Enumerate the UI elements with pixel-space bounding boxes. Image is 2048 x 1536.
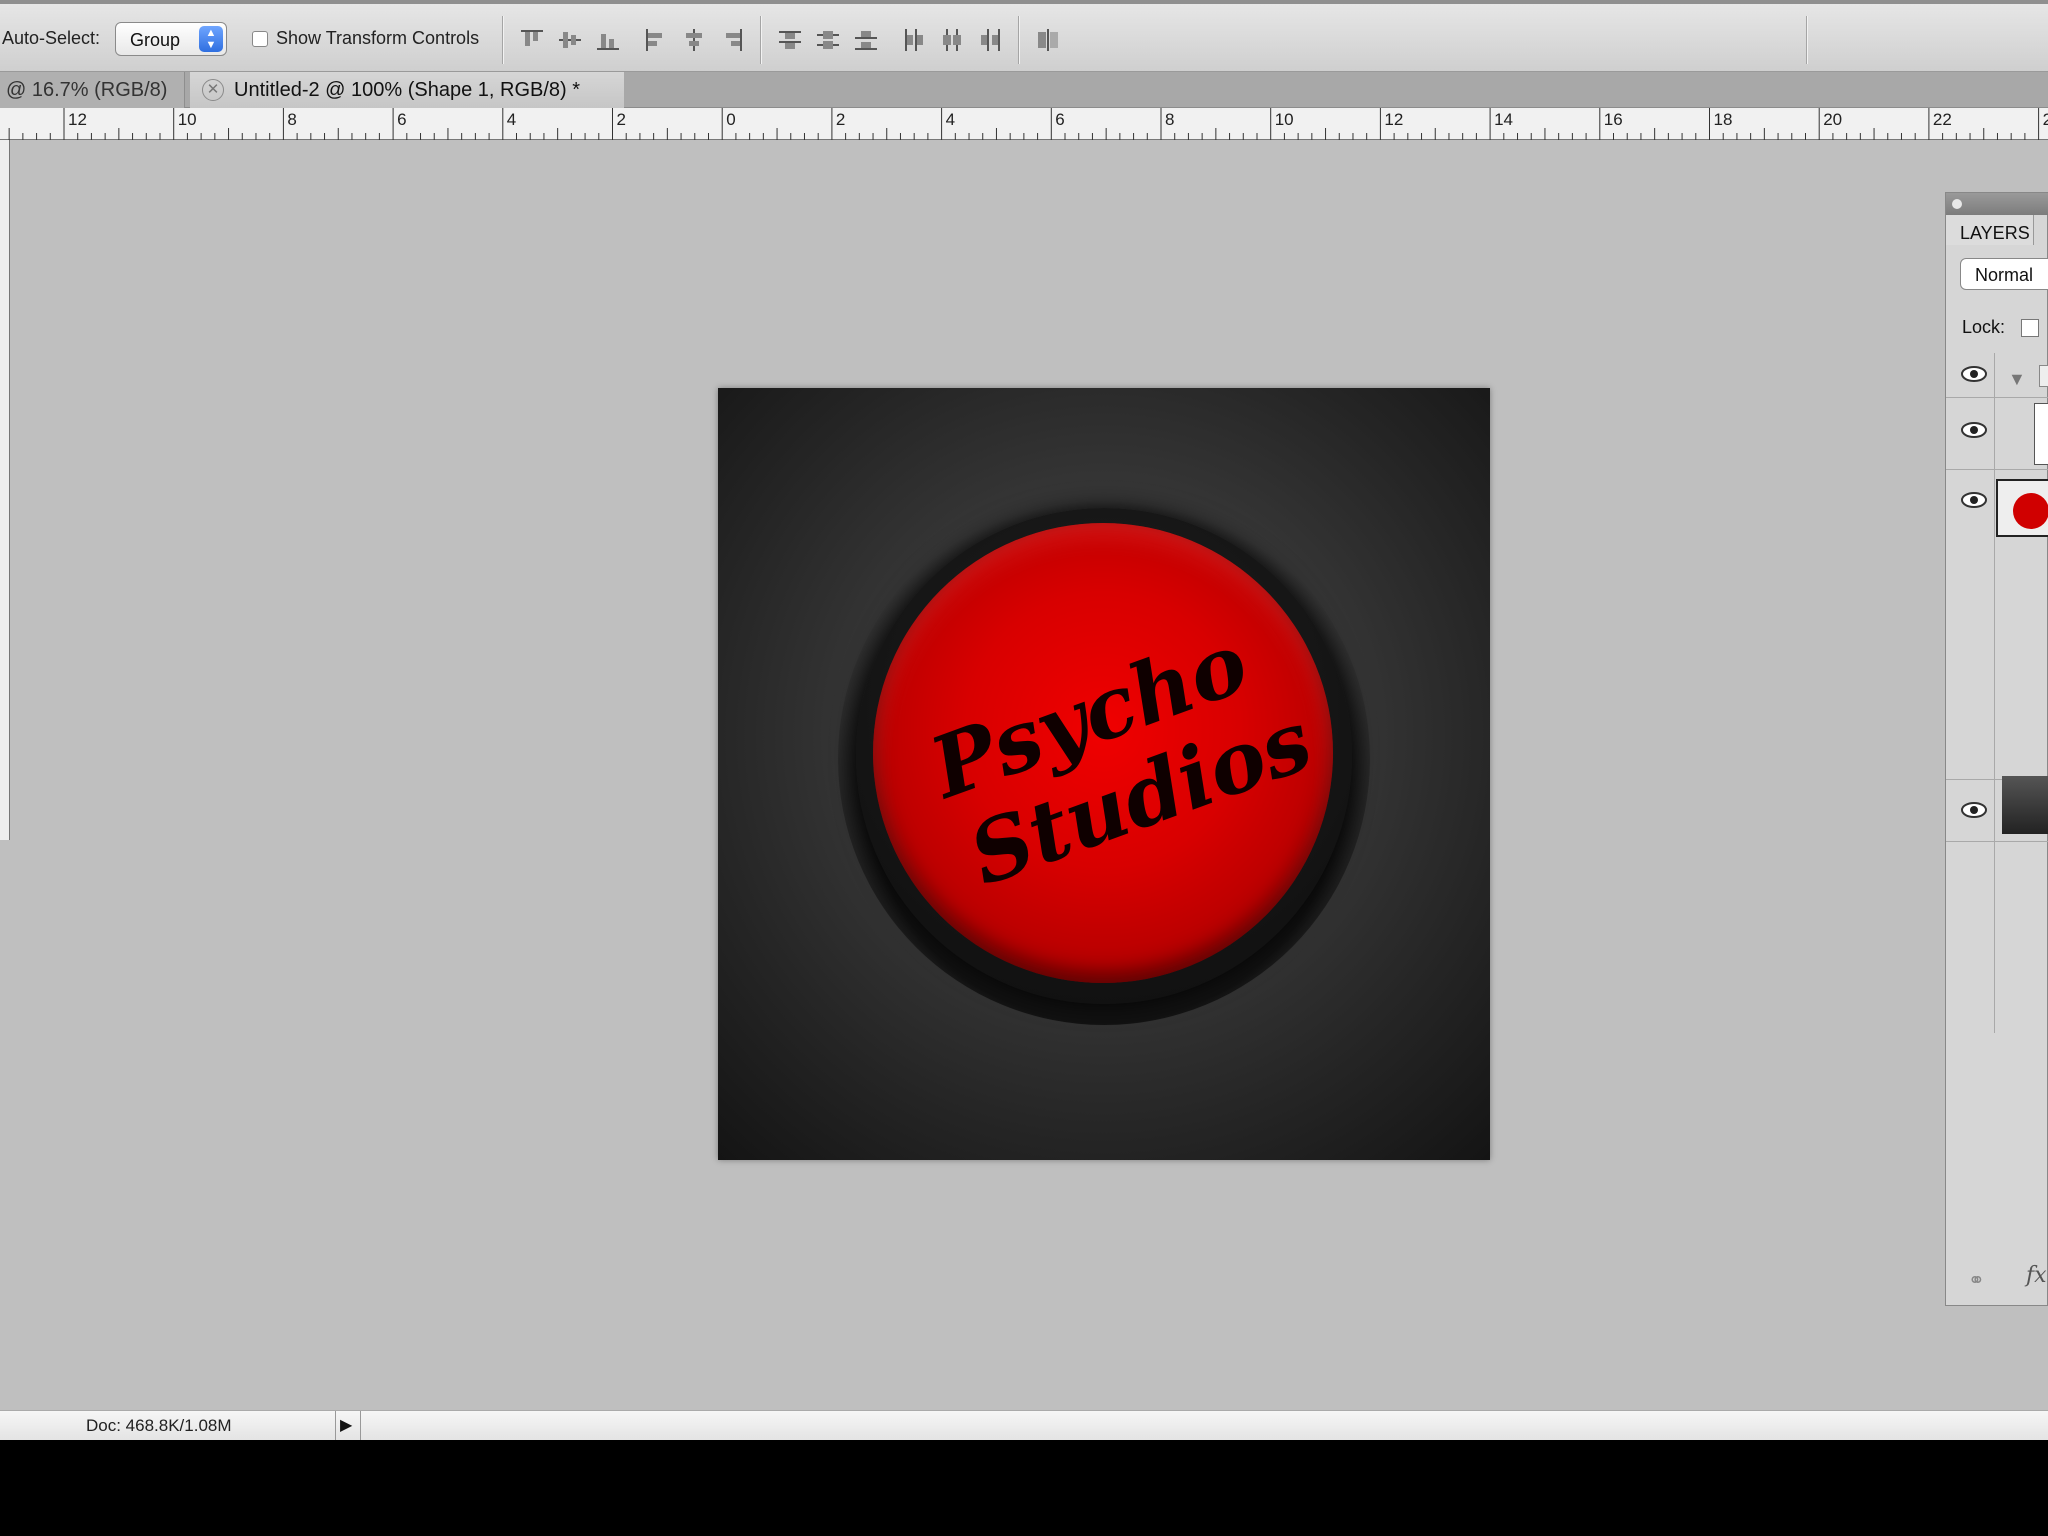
eye-icon[interactable]: [1960, 491, 1988, 509]
ruler-label: 10: [1274, 110, 1294, 129]
blend-mode-dropdown[interactable]: Normal: [1960, 258, 2048, 290]
red-button-shape: Psycho Studios: [873, 523, 1333, 983]
disclosure-triangle-icon[interactable]: ▼: [2008, 369, 2026, 390]
distribute-hcenter-icon[interactable]: [938, 26, 966, 54]
eye-icon[interactable]: [1960, 365, 1988, 383]
ruler-label: 4: [506, 110, 517, 129]
ruler-label: 4: [945, 110, 956, 129]
tab-layers[interactable]: LAYERS: [1946, 215, 2034, 245]
ruler-label: 12: [1384, 110, 1404, 129]
folder-icon: [2039, 365, 2048, 387]
document-canvas[interactable]: Psycho Studios: [718, 388, 1490, 1160]
divider: [1806, 16, 1808, 64]
tab-label: @ 16.7% (RGB/8): [6, 79, 168, 101]
ruler-label: 6: [397, 110, 407, 129]
panel-titlebar[interactable]: [1946, 193, 2048, 215]
auto-select-dropdown[interactable]: Group ▲ ▼: [115, 22, 227, 56]
align-top-icon[interactable]: [518, 26, 546, 54]
layer-style-fx-icon[interactable]: fx: [2026, 1263, 2047, 1288]
auto-select-label: Auto-Select:: [2, 28, 101, 48]
tab-document-untitled-2[interactable]: ✕ Untitled-2 @ 100% (Shape 1, RGB/8) *: [190, 72, 624, 108]
ruler-label: 8: [287, 110, 297, 129]
ruler-ticks: [8, 108, 2040, 140]
layer-row-group[interactable]: [1946, 351, 2048, 398]
distribute-right-icon[interactable]: [976, 26, 1004, 54]
button-label: Psycho Studios: [808, 458, 1398, 1048]
layer-thumbnail: [2002, 776, 2048, 834]
lock-transparency-icon[interactable]: [2021, 319, 2039, 337]
divider: [335, 1411, 336, 1441]
eye-icon[interactable]: [1960, 421, 1988, 439]
ruler-label: 20: [1823, 110, 1843, 129]
divider: [760, 16, 762, 64]
tab-document-1[interactable]: @ 16.7% (RGB/8): [0, 72, 185, 108]
distribute-bottom-icon[interactable]: [852, 26, 880, 54]
ruler-label: 2: [616, 110, 626, 129]
show-transform-checkbox[interactable]: [252, 31, 268, 47]
layers-panel: LAYERS Normal Lock: ▼ ⚭ fx: [1945, 192, 2048, 1306]
dropdown-arrows-icon: ▲ ▼: [199, 26, 223, 52]
screen-bottom-border: [0, 1440, 2048, 1536]
align-left-icon[interactable]: [642, 26, 670, 54]
ruler-label: 24: [2042, 110, 2048, 129]
horizontal-ruler[interactable]: 12108642024681012141618202224: [0, 108, 2048, 140]
ruler-label: 12: [68, 110, 87, 129]
ruler-label: 8: [1165, 110, 1175, 129]
ruler-label: 16: [1603, 110, 1623, 129]
ruler-label: 10: [177, 110, 197, 129]
link-layers-icon[interactable]: ⚭: [1968, 1268, 1985, 1293]
ruler-label: 22: [1932, 110, 1952, 129]
layer-thumbnail: [2034, 403, 2048, 465]
layer-thumbnail: [1996, 479, 2048, 537]
options-bar: Auto-Select: Group ▲ ▼ Show Transform Con…: [0, 0, 2048, 72]
document-size: Doc: 468.8K/1.08M: [86, 1416, 232, 1435]
ruler-label: 18: [1713, 110, 1733, 129]
eye-icon[interactable]: [1960, 801, 1988, 819]
close-panel-icon[interactable]: [1952, 199, 1962, 209]
lock-label: Lock:: [1962, 317, 2006, 337]
divider: [502, 16, 504, 64]
status-menu-arrow-icon[interactable]: ▶: [340, 1415, 352, 1435]
distribute-vcenter-icon[interactable]: [814, 26, 842, 54]
layer-row-white[interactable]: [1946, 397, 2048, 470]
ruler-label: 6: [1055, 110, 1065, 129]
align-right-icon[interactable]: [718, 26, 746, 54]
align-hcenter-icon[interactable]: [680, 26, 708, 54]
show-transform-label: Show Transform Controls: [276, 28, 480, 48]
align-vcenter-icon[interactable]: [556, 26, 584, 54]
vertical-ruler[interactable]: [0, 140, 10, 840]
auto-align-layers-icon[interactable]: [1034, 26, 1062, 54]
auto-select-value: Group: [130, 30, 181, 50]
tab-label: Untitled-2 @ 100% (Shape 1, RGB/8) *: [234, 79, 581, 101]
distribute-left-icon[interactable]: [900, 26, 928, 54]
ruler-label: 0: [726, 110, 736, 129]
divider: [360, 1411, 361, 1441]
red-circle-thumb: [2013, 493, 2048, 529]
ruler-label: 14: [1494, 110, 1514, 129]
status-bar: Doc: 468.8K/1.08M ▶: [0, 1410, 2048, 1441]
divider: [1018, 16, 1020, 64]
align-bottom-icon[interactable]: [594, 26, 622, 54]
document-tab-bar: @ 16.7% (RGB/8) ✕ Untitled-2 @ 100% (Sha…: [0, 72, 2048, 108]
distribute-top-icon[interactable]: [776, 26, 804, 54]
ruler-label: 2: [835, 110, 846, 129]
close-icon[interactable]: ✕: [202, 79, 224, 101]
